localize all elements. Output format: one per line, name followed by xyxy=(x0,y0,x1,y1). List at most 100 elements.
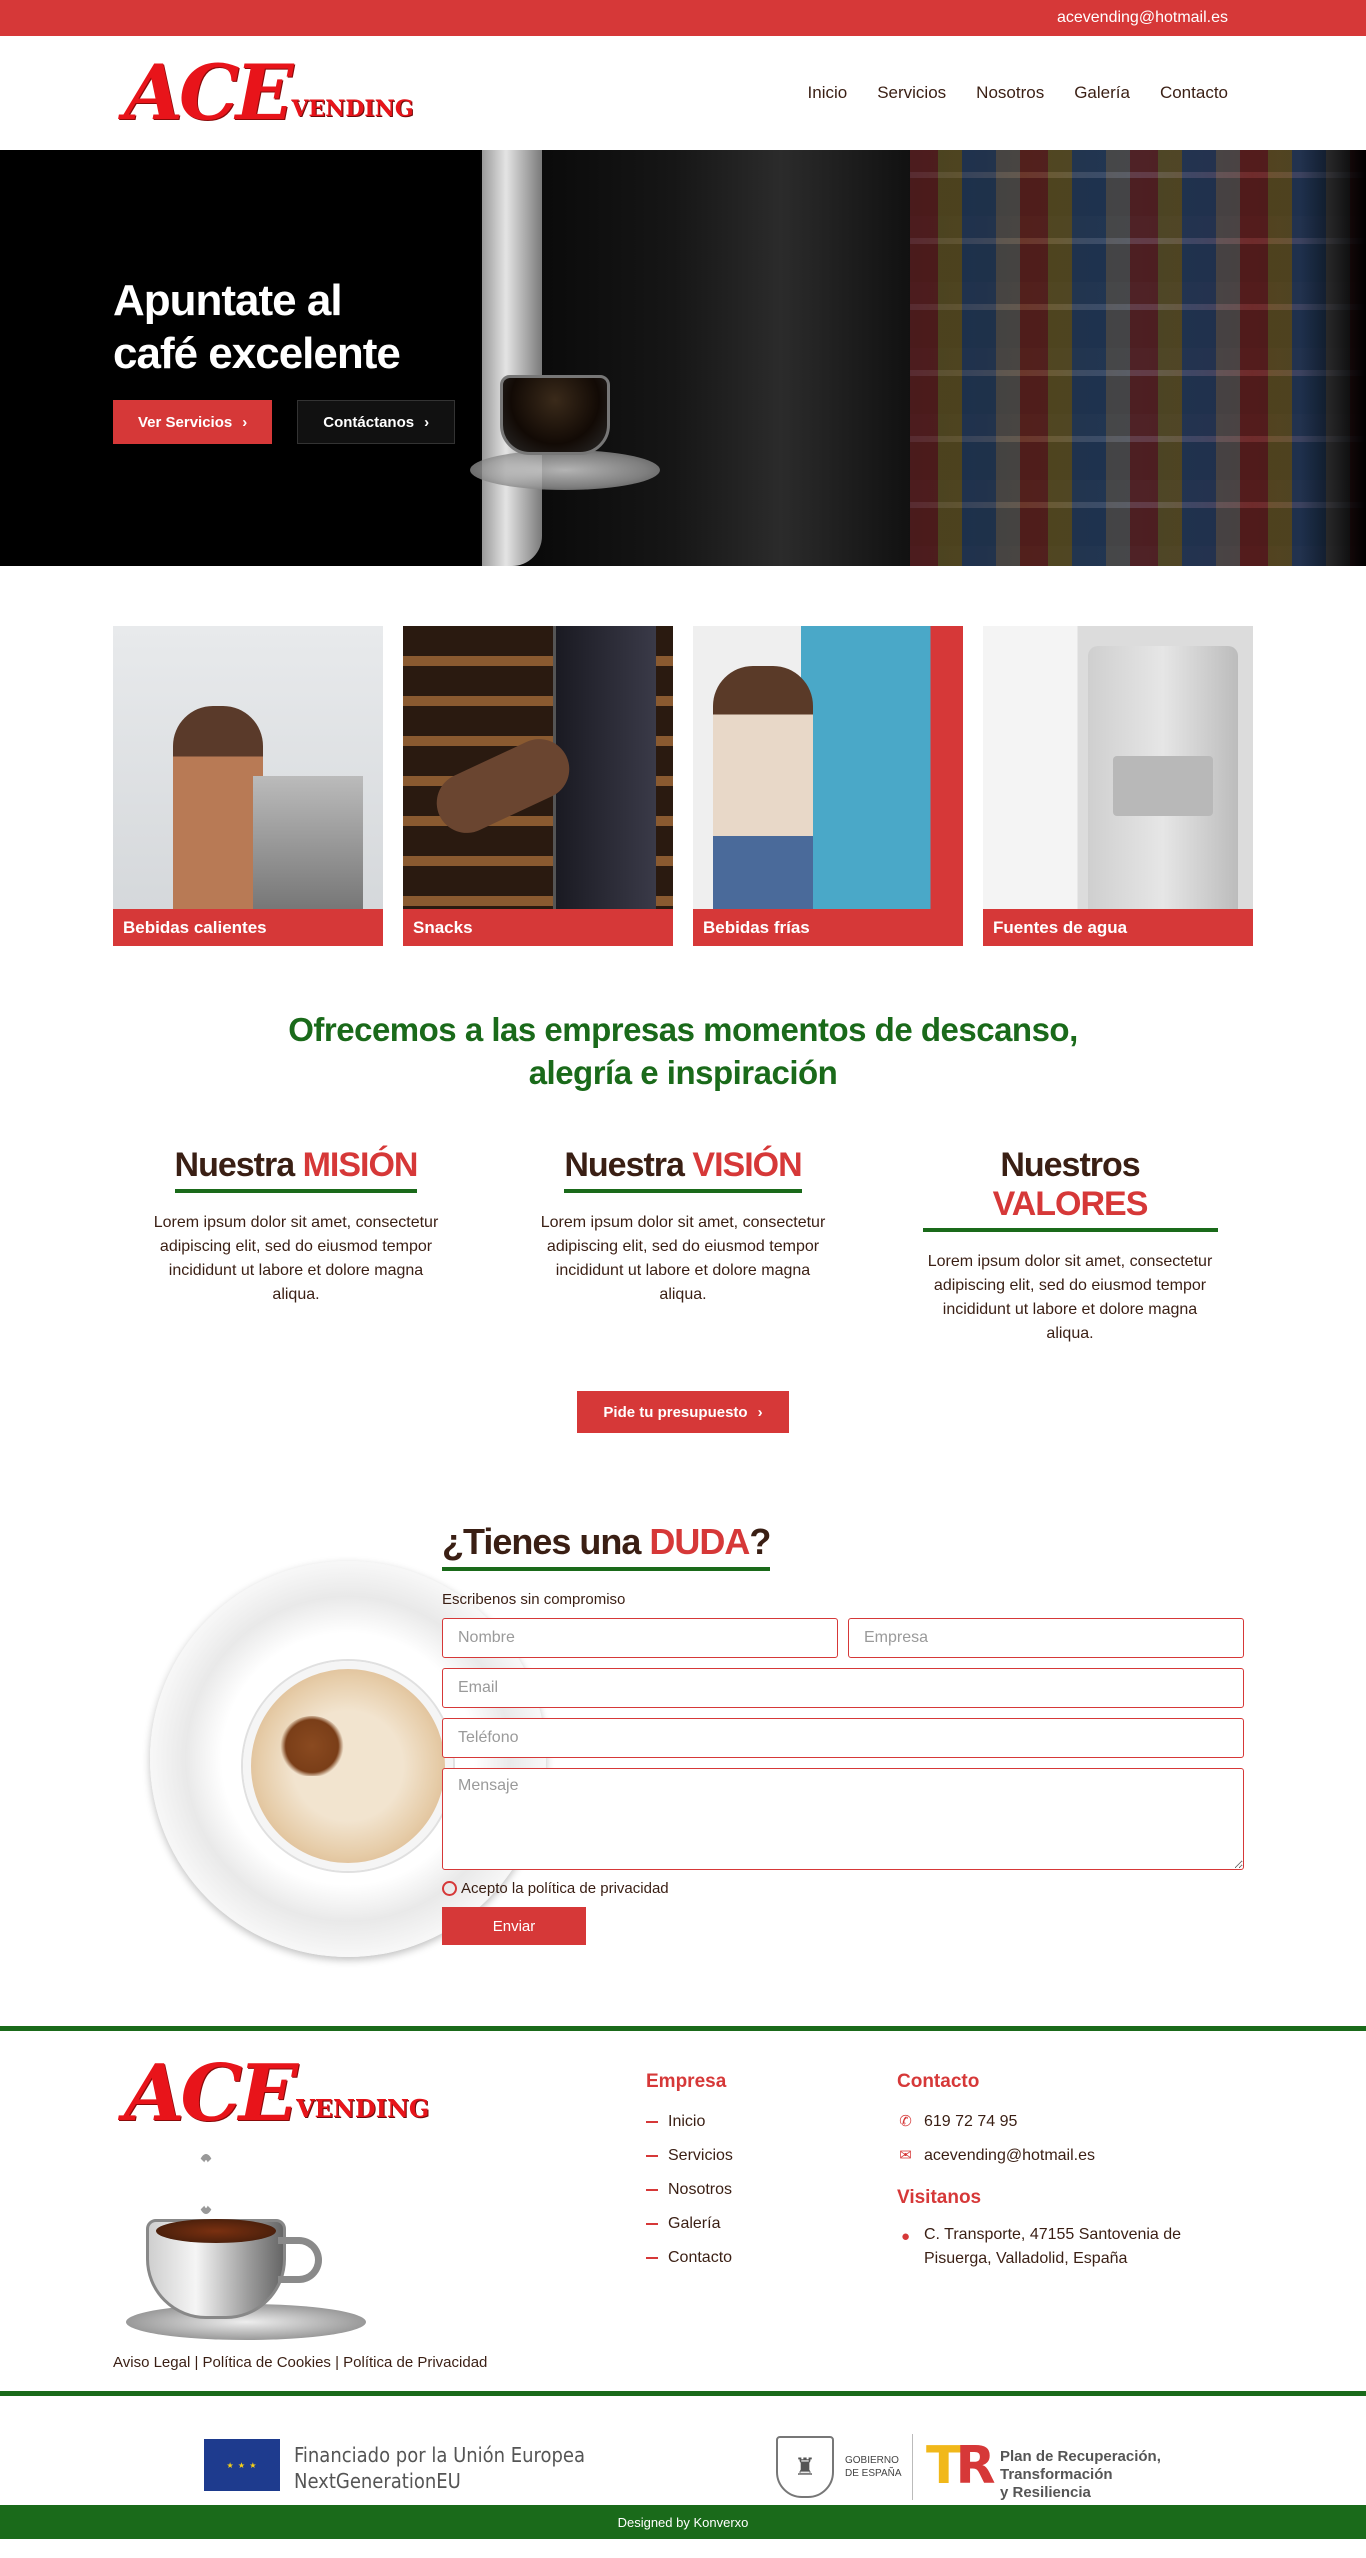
vision-title-accent: VISIÓN xyxy=(692,1146,802,1184)
privacy-label[interactable]: Acepto la política de privacidad xyxy=(461,1880,669,1897)
footer-company-title: Empresa xyxy=(646,2071,727,2092)
footer-phone[interactable]: ✆ 619 72 74 95 xyxy=(897,2105,1181,2139)
footer-address-text: C. Transporte, 47155 Santovenia de Pisue… xyxy=(924,2223,1181,2271)
footer-logo[interactable]: ACE VENDING xyxy=(124,2048,429,2139)
plan-logo-icon: TR xyxy=(926,2436,995,2496)
footer-links: Inicio Servicios Nosotros Galería Contac… xyxy=(646,2105,733,2275)
contact-title: ¿Tienes una DUDA? xyxy=(442,1521,771,1571)
dash-icon xyxy=(646,2223,658,2225)
footer-link-label: Contacto xyxy=(668,2249,733,2266)
credits-bar: Designed by Konverxo xyxy=(0,2505,1366,2539)
category-card-cold-drinks[interactable]: Bebidas frías xyxy=(693,626,963,946)
values-text: Lorem ipsum dolor sit amet, consectetur … xyxy=(927,1253,1213,1342)
legal-links[interactable]: Aviso Legal | Política de Cookies | Polí… xyxy=(113,2354,487,2371)
address-line1: C. Transporte, 47155 Santovenia de xyxy=(924,2226,1182,2243)
dash-icon xyxy=(646,2257,658,2259)
footer: ACE VENDING Empresa Inicio Servicios Nos… xyxy=(0,2026,1366,2391)
topbar-email[interactable]: acevending@hotmail.es xyxy=(1057,9,1228,27)
hero-edge-shade xyxy=(1300,150,1366,566)
mission-title: Nuestra MISIÓN xyxy=(174,1146,419,1193)
contact-button-label: Contáctanos xyxy=(323,413,415,431)
category-label: Snacks xyxy=(403,909,673,946)
footer-coffee-cup-image xyxy=(126,2154,366,2340)
contact-subtitle: Escribenos sin compromiso xyxy=(442,1591,626,1608)
gobierno-text: GOBIERNO DE ESPAÑA xyxy=(845,2454,902,2480)
contact-title-prefix: ¿Tienes una xyxy=(442,1521,641,1562)
vision-title-prefix: Nuestra xyxy=(564,1146,685,1184)
plan-line1: Plan de Recuperación, xyxy=(1000,2448,1161,2465)
category-cards: Bebidas calientes Snacks Bebidas frías F… xyxy=(0,566,1366,946)
category-card-water-fountains[interactable]: Fuentes de agua xyxy=(983,626,1253,946)
eu-line1: Financiado por la Unión Europea xyxy=(294,2443,586,2467)
footer-address: ● C. Transporte, 47155 Santovenia de Pis… xyxy=(897,2223,1181,2271)
contact-title-accent: DUDA xyxy=(649,1521,750,1562)
nav-nosotros[interactable]: Nosotros xyxy=(976,83,1044,103)
footer-link-nosotros[interactable]: Nosotros xyxy=(646,2173,733,2207)
cup-handle-shape xyxy=(278,2237,322,2283)
hot-drinks-image xyxy=(113,626,383,909)
nav-servicios[interactable]: Servicios xyxy=(877,83,946,103)
footer-logo-ace: ACE xyxy=(124,2048,298,2139)
eu-funding-text: Financiado por la Unión Europea NextGene… xyxy=(294,2442,585,2494)
nav-galeria[interactable]: Galería xyxy=(1074,83,1130,103)
email-field[interactable] xyxy=(442,1668,1244,1708)
contact-form: ¿Tienes una DUDA? Escribenos sin comprom… xyxy=(442,1521,1244,1945)
hero-text: Apuntate al café excelente Ver Servicios… xyxy=(113,274,456,444)
footer-email[interactable]: ✉ acevending@hotmail.es xyxy=(897,2139,1181,2173)
company-field[interactable] xyxy=(848,1618,1244,1658)
dash-icon xyxy=(646,2121,658,2123)
footer-link-contacto[interactable]: Contacto xyxy=(646,2241,733,2275)
cold-drinks-image xyxy=(693,626,963,909)
form-row-message xyxy=(442,1768,1244,1870)
phone-field[interactable] xyxy=(442,1718,1244,1758)
eu-line2: NextGenerationEU xyxy=(294,2469,461,2493)
form-row-phone xyxy=(442,1718,1244,1758)
chevron-right-icon: › xyxy=(757,1403,763,1421)
footer-link-servicios[interactable]: Servicios xyxy=(646,2139,733,2173)
nav-inicio[interactable]: Inicio xyxy=(808,83,848,103)
hero-title: Apuntate al café excelente xyxy=(113,274,455,380)
latte-heart-image xyxy=(280,1716,344,1776)
credits-text[interactable]: Designed by Konverxo xyxy=(618,2515,749,2530)
vision-text: Lorem ipsum dolor sit amet, consectetur … xyxy=(540,1214,826,1303)
vision-title: Nuestra VISIÓN xyxy=(564,1146,803,1193)
hero-banner: Apuntate al café excelente Ver Servicios… xyxy=(0,150,1366,566)
category-card-snacks[interactable]: Snacks xyxy=(403,626,673,946)
privacy-radio[interactable] xyxy=(442,1881,457,1896)
values-title: Nuestros VALORES xyxy=(922,1146,1218,1232)
plan-line2: Transformación xyxy=(1000,2466,1113,2483)
category-label: Bebidas calientes xyxy=(113,909,383,946)
footer-link-label: Servicios xyxy=(668,2147,733,2164)
name-field[interactable] xyxy=(442,1618,838,1658)
mission-column: Nuestra MISIÓN Lorem ipsum dolor sit ame… xyxy=(149,1146,444,1346)
form-row-email xyxy=(442,1668,1244,1708)
chevron-right-icon: › xyxy=(424,413,430,431)
eu-flag-icon: ★ ★ ★ xyxy=(204,2439,280,2491)
plan-line3: y Resiliencia xyxy=(1000,2484,1091,2501)
category-label: Fuentes de agua xyxy=(983,909,1253,946)
send-button[interactable]: Enviar xyxy=(442,1907,586,1945)
values-title-accent: VALORES xyxy=(992,1185,1149,1223)
footer-contact-column: Contacto ✆ 619 72 74 95 ✉ acevending@hotma… xyxy=(897,2071,1181,2271)
footer-link-galeria[interactable]: Galería xyxy=(646,2207,733,2241)
contact-button[interactable]: Contáctanos › xyxy=(297,400,456,444)
values-title-prefix: Nuestros xyxy=(1000,1146,1140,1184)
category-card-hot-drinks[interactable]: Bebidas calientes xyxy=(113,626,383,946)
offer-line2: alegría e inspiración xyxy=(528,1054,838,1091)
chevron-right-icon: › xyxy=(242,413,248,431)
address-line2: Pisuerga, Valladolid, España xyxy=(924,2250,1128,2267)
mail-icon: ✉ xyxy=(899,2147,912,2164)
contact-title-suffix: ? xyxy=(749,1521,771,1562)
quote-button[interactable]: Pide tu presupuesto › xyxy=(577,1391,789,1433)
phone-icon: ✆ xyxy=(899,2113,912,2130)
footer-link-inicio[interactable]: Inicio xyxy=(646,2105,733,2139)
header: ACE VENDING Inicio Servicios Nosotros Ga… xyxy=(0,36,1366,150)
logo[interactable]: ACE VENDING xyxy=(124,55,414,131)
privacy-consent: Acepto la política de privacidad xyxy=(442,1880,1244,1897)
nav-contacto[interactable]: Contacto xyxy=(1160,83,1228,103)
message-field[interactable] xyxy=(442,1768,1244,1870)
services-button[interactable]: Ver Servicios › xyxy=(113,400,273,444)
mission-title-accent: MISIÓN xyxy=(302,1146,419,1184)
hero-coffee-machine-image xyxy=(480,150,910,566)
dash-icon xyxy=(646,2155,658,2157)
